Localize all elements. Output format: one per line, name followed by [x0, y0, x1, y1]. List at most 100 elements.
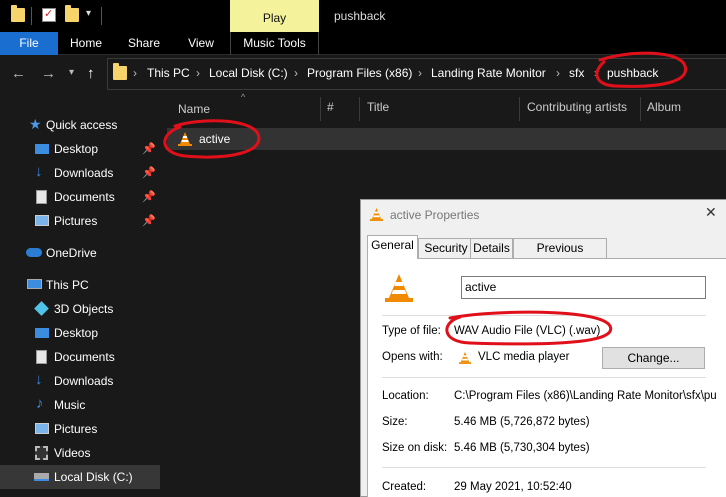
tab-home[interactable]: Home	[60, 32, 112, 55]
nav-item-downloads[interactable]: ↓ Downloads 📌	[0, 161, 160, 185]
column-separator[interactable]	[320, 97, 321, 121]
back-arrow-icon[interactable]: ←	[11, 65, 26, 82]
title-bar: ▾ Play pushback	[0, 0, 726, 32]
computer-icon	[27, 279, 42, 289]
pictures-icon	[35, 423, 49, 434]
nav-this-pc[interactable]: This PC	[0, 273, 160, 297]
nav-item-documents-pc[interactable]: Documents	[0, 345, 160, 369]
nav-item-music[interactable]: ♪ Music	[0, 393, 160, 417]
opens-with-label: Opens with:	[382, 351, 443, 363]
breadcrumb-chevron-icon[interactable]: ›	[133, 66, 137, 80]
breadcrumb-landing-rate-monitor[interactable]: Landing Rate Monitor	[431, 66, 546, 80]
document-icon	[36, 350, 47, 364]
tab-share[interactable]: Share	[118, 32, 170, 55]
created-label: Created:	[382, 481, 427, 493]
music-note-icon: ♪	[36, 395, 44, 412]
nav-label: Downloads	[54, 166, 114, 180]
pin-icon[interactable]: 📌	[142, 190, 156, 203]
nav-item-desktop-pc[interactable]: Desktop	[0, 321, 160, 345]
column-separator[interactable]	[519, 97, 520, 121]
document-icon	[36, 190, 47, 204]
general-panel: active Type of file: WAV Audio File (VLC…	[367, 258, 726, 497]
folder-icon[interactable]	[11, 5, 25, 22]
close-icon[interactable]: ✕	[705, 204, 717, 221]
type-of-file-label: Type of file:	[382, 325, 441, 337]
column-header-number[interactable]: #	[327, 100, 334, 114]
tab-general[interactable]: General	[367, 235, 418, 259]
breadcrumb-this-pc[interactable]: This PC	[147, 66, 190, 80]
nav-item-pictures-pc[interactable]: Pictures	[0, 417, 160, 441]
type-of-file-value: WAV Audio File (VLC) (.wav)	[454, 325, 601, 337]
qat-dropdown-icon[interactable]: ▾	[86, 8, 91, 19]
cube-icon	[34, 301, 49, 316]
tab-file[interactable]: File	[0, 32, 58, 55]
nav-item-videos[interactable]: Videos	[0, 441, 160, 465]
column-header-name[interactable]: Name	[178, 102, 210, 116]
nav-quick-access[interactable]: ★ Quick access	[0, 113, 160, 137]
size-label: Size:	[382, 416, 408, 428]
nav-label: Music	[54, 398, 86, 412]
column-header-title[interactable]: Title	[367, 100, 389, 114]
nav-item-local-disk[interactable]: Local Disk (C:)	[0, 465, 160, 489]
qat-separator	[101, 7, 102, 25]
nav-onedrive[interactable]: OneDrive	[0, 241, 160, 265]
pin-icon[interactable]: 📌	[142, 166, 156, 179]
column-header-album[interactable]: Album	[647, 100, 681, 114]
breadcrumb-pushback[interactable]: pushback	[607, 66, 658, 80]
breadcrumb-chevron-icon[interactable]: ›	[556, 66, 560, 80]
vlc-cone-icon	[178, 132, 192, 146]
size-value: 5.46 MB (5,726,872 bytes)	[454, 416, 590, 428]
properties-icon[interactable]	[42, 7, 56, 22]
tab-view[interactable]: View	[176, 32, 226, 55]
nav-label: Documents	[54, 190, 115, 204]
nav-item-pictures[interactable]: Pictures 📌	[0, 209, 160, 233]
column-separator[interactable]	[359, 97, 360, 121]
star-icon: ★	[29, 116, 42, 132]
file-name: active	[199, 132, 231, 146]
desktop-icon	[35, 144, 49, 154]
location-label: Location:	[382, 390, 429, 402]
breadcrumb-chevron-icon[interactable]: ›	[594, 66, 598, 80]
qat-separator	[31, 7, 32, 25]
pin-icon[interactable]: 📌	[142, 142, 156, 155]
forward-arrow-icon[interactable]: →	[41, 65, 56, 82]
change-button[interactable]: Change...	[602, 347, 705, 369]
up-arrow-icon[interactable]: ↑	[87, 65, 95, 82]
breadcrumb-sfx[interactable]: sfx	[569, 66, 584, 80]
nav-label: Quick access	[46, 118, 118, 132]
size-on-disk-label: Size on disk:	[382, 442, 448, 454]
created-value: 29 May 2021, 10:52:40	[454, 481, 572, 493]
file-row[interactable]: active	[167, 128, 726, 150]
tab-details[interactable]: Details	[470, 238, 513, 259]
nav-label: Pictures	[54, 422, 98, 436]
nav-label: Downloads	[54, 374, 114, 388]
recent-locations-chevron-icon[interactable]: ▾	[69, 67, 74, 78]
file-name-field[interactable]: active	[461, 276, 706, 299]
tab-play-context[interactable]: Play	[230, 0, 319, 32]
nav-label: Desktop	[54, 326, 99, 340]
column-header-contributing-artists[interactable]: Contributing artists	[527, 100, 627, 114]
nav-item-desktop[interactable]: Desktop 📌	[0, 137, 160, 161]
tab-music-tools[interactable]: Music Tools	[230, 32, 319, 55]
new-folder-icon[interactable]	[65, 5, 79, 22]
nav-item-documents[interactable]: Documents 📌	[0, 185, 160, 209]
nav-label: Local Disk (C:)	[54, 470, 133, 484]
nav-label: Documents	[54, 350, 115, 364]
breadcrumb-program-files[interactable]: Program Files (x86)	[307, 66, 412, 80]
breadcrumb-chevron-icon[interactable]: ›	[196, 66, 200, 80]
nav-label: This PC	[46, 278, 89, 292]
breadcrumb-local-disk[interactable]: Local Disk (C:)	[209, 66, 288, 80]
address-folder-icon	[113, 63, 127, 80]
breadcrumb-chevron-icon[interactable]: ›	[418, 66, 422, 80]
tab-previous-versions[interactable]: Previous Versions	[513, 238, 607, 274]
pin-icon[interactable]: 📌	[142, 214, 156, 227]
divider	[382, 315, 706, 316]
nav-item-downloads-pc[interactable]: ↓ Downloads	[0, 369, 160, 393]
divider	[382, 377, 706, 378]
breadcrumb-chevron-icon[interactable]: ›	[294, 66, 298, 80]
tab-security[interactable]: Security	[418, 238, 474, 259]
pictures-icon	[35, 215, 49, 226]
size-on-disk-value: 5.46 MB (5,730,304 bytes)	[454, 442, 590, 454]
column-separator[interactable]	[640, 97, 641, 121]
nav-item-3d-objects[interactable]: 3D Objects	[0, 297, 160, 321]
